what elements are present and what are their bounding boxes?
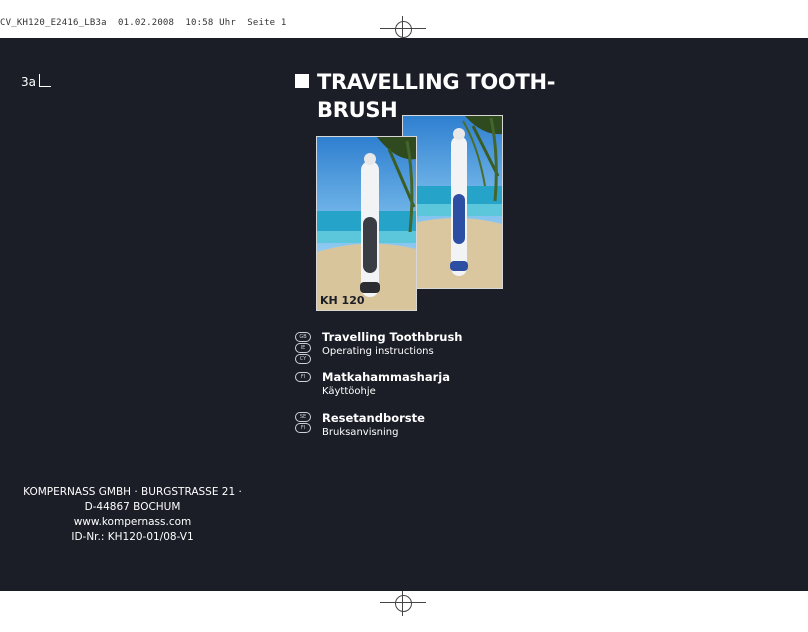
company-address: KOMPERNASS GMBH · BURGSTRASSE 21 · D-448… [0, 485, 265, 545]
language-codes-2: FI [295, 372, 311, 382]
item-title: Travelling Toothbrush [322, 330, 463, 344]
lang-code: SE [295, 412, 311, 422]
title-bullet-icon [295, 74, 309, 88]
corner-mark-icon [39, 74, 51, 87]
cover-page: 3a TRAVELLING TOOTH- BRUSH KH 120 GB IE … [0, 38, 808, 591]
crop-mark-bottom [380, 590, 426, 616]
lang-code: FI [295, 423, 311, 433]
lang-code: CY [295, 354, 311, 364]
model-label: KH 120 [320, 294, 365, 307]
print-header: CV_KH120_E2416_LB3a 01.02.2008 10:58 Uhr… [0, 18, 287, 28]
item-subtitle: Käyttöohje [322, 386, 376, 397]
company-line-2: D-44867 BOCHUM [84, 501, 181, 513]
product-photo-gray [316, 136, 417, 311]
lang-code: IE [295, 343, 311, 353]
item-subtitle: Operating instructions [322, 346, 434, 357]
lang-code: GB [295, 332, 311, 342]
company-line-1: KOMPERNASS GMBH · BURGSTRASSE 21 · [23, 486, 242, 498]
item-title: Resetandborste [322, 411, 425, 425]
lang-code: FI [295, 372, 311, 382]
item-title: Matkahammasharja [322, 370, 450, 384]
language-codes-1: GB IE CY [295, 332, 311, 364]
language-codes-3: SE FI [295, 412, 311, 433]
product-photo-blue [402, 115, 503, 289]
company-id: ID-Nr.: KH120-01/08-V1 [71, 531, 194, 543]
page-number: 3a [21, 75, 36, 89]
item-subtitle: Bruksanvisning [322, 427, 399, 438]
company-website: www.kompernass.com [73, 516, 192, 528]
title-line-1: TRAVELLING TOOTH- [317, 70, 556, 94]
